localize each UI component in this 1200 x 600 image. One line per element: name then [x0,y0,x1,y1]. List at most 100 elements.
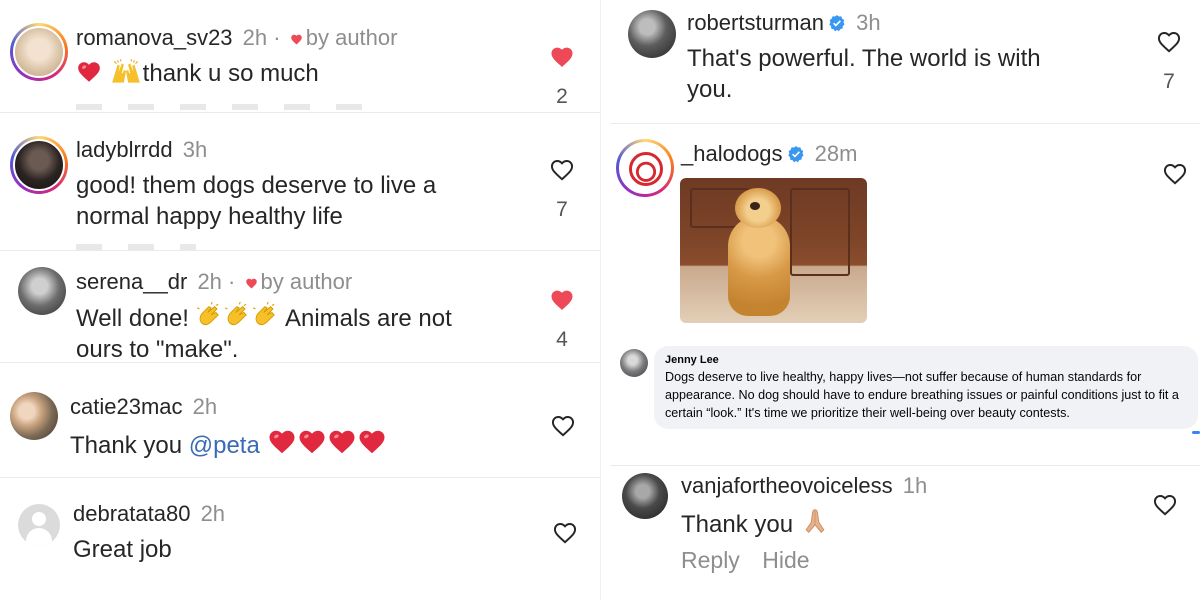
username[interactable]: serena__dr [76,269,187,294]
avatar[interactable] [10,23,68,81]
avatar[interactable] [620,349,648,377]
hide-button[interactable]: Hide [762,547,809,573]
username[interactable]: vanjafortheovoiceless [681,473,893,498]
comment-text: Thank you @peta [70,427,387,461]
timestamp: 28m [814,141,858,166]
comment-jenny-lee: Jenny Lee Dogs deserve to live healthy, … [610,335,1200,465]
heart-filled-icon [245,277,258,290]
like-count: 2 [556,85,568,108]
red-heart-emoji [357,427,387,457]
by-author-label: by author [305,25,398,50]
red-heart-emoji [76,59,102,85]
heart-outline-icon[interactable] [1162,161,1188,187]
username[interactable]: _halodogs [681,141,783,166]
comment-header: serena__dr 2h · by author [76,269,352,295]
avatar[interactable] [616,139,674,197]
heart-outline-icon[interactable] [552,520,578,546]
clapping-hands-emoji [252,302,280,330]
heart-filled-icon [290,33,303,46]
verified-badge-icon [787,145,805,163]
comment-actions: Reply Hide [681,547,810,574]
comment-header: romanova_sv23 2h · by author [76,25,397,51]
avatar[interactable] [628,10,676,58]
raised-hands-emoji [109,59,143,85]
by-author-label: by author [260,269,353,294]
timestamp: 3h [182,137,208,162]
clapping-hands-emoji [196,302,224,330]
like-count: 4 [556,328,568,351]
username[interactable]: debratata80 [73,501,190,526]
halodogs-logo-icon [629,152,663,186]
comment-text-line: you. [687,76,733,103]
comment-vanja: vanjafortheovoiceless 1h Thank you Reply… [610,465,1200,600]
comment-text-content: Thank you [681,511,794,538]
comment-text-content: Well done! [76,305,189,332]
folded-hands-emoji [800,506,830,536]
comment-text-content: Animals are not [284,305,452,332]
comment-halodogs: _halodogs 28m [610,123,1200,335]
comment-header: vanjafortheovoiceless 1h [681,473,927,499]
comment-header: _halodogs 28m [681,141,857,167]
username[interactable]: ladyblrrdd [76,137,173,162]
reply-button[interactable]: Reply [681,547,740,573]
like-count: 7 [556,198,568,221]
timestamp: 2h [192,394,218,419]
heart-outline-icon[interactable] [1152,492,1178,518]
comment-text: Great job [73,534,172,565]
username[interactable]: catie23mac [70,394,183,419]
red-heart-emoji [297,427,327,457]
default-avatar-icon[interactable] [18,504,60,546]
comment-debratata80: debratata80 2h Great job [0,477,600,600]
heart-outline-icon[interactable] [1156,29,1182,55]
comment-header: robertsturman 3h [687,10,881,36]
comment-text: Dogs deserve to live healthy, happy live… [665,370,1179,420]
verified-badge-icon [828,14,846,32]
timestamp: 3h [856,10,881,35]
heart-filled-icon[interactable] [549,44,575,70]
dog-figure [728,216,790,316]
comment-text: good! them dogs deserve to live a normal… [76,170,436,232]
comment-text: That's powerful. The world is with you. [687,43,1041,105]
dog-photo[interactable] [680,178,867,323]
avatar[interactable] [622,473,668,519]
comment-text-line: That's powerful. The world is with [687,45,1041,72]
like-count: 7 [1163,70,1175,93]
mention-link[interactable]: @peta [189,432,260,459]
timestamp: 2h [200,501,226,526]
comment-text-line: normal happy healthy life [76,203,343,230]
separator-dot: · [273,25,281,50]
comment-catie23mac: catie23mac 2h Thank you @peta [0,362,600,477]
comment-serena: serena__dr 2h · by author Well done! Ani… [0,250,600,365]
timestamp: 2h [242,25,268,50]
timestamp: 1h [902,473,928,498]
comment-text: Well done! Animals are not ours to "make… [76,302,452,365]
column-divider [600,0,601,600]
truncated-text-fragment [76,104,376,110]
comment-text-line: good! them dogs deserve to live a [76,172,437,199]
username[interactable]: robertsturman [687,10,824,35]
comment-ladyblrrdd: ladyblrrdd 3h good! them dogs deserve to… [0,112,600,250]
comment-header: catie23mac 2h [70,394,217,420]
avatar[interactable] [18,267,66,315]
comment-text-content: Great job [73,536,172,563]
comment-text-line: ours to "make". [76,336,239,363]
heart-outline-icon[interactable] [549,157,575,183]
timestamp: 2h [197,269,222,294]
comment-header: debratata80 2h [73,501,225,527]
comment-header: ladyblrrdd 3h [76,137,207,163]
red-heart-emoji [267,427,297,457]
comment-text: thank u so much [76,58,319,89]
clapping-hands-emoji [224,302,252,330]
red-heart-emoji [327,427,357,457]
comment-text-content: Thank you [70,432,183,459]
comment-text-content: thank u so much [142,60,319,87]
heart-filled-icon[interactable] [549,287,575,313]
comment-romanova: romanova_sv23 2h · by author thank u so … [0,0,600,112]
separator-dot: · [228,269,236,294]
avatar[interactable] [10,136,68,194]
username[interactable]: romanova_sv23 [76,25,233,50]
heart-outline-icon[interactable] [550,413,576,439]
avatar[interactable] [10,392,58,440]
scroll-indicator [1192,431,1200,434]
commenter-name[interactable]: Jenny Lee [665,354,719,366]
